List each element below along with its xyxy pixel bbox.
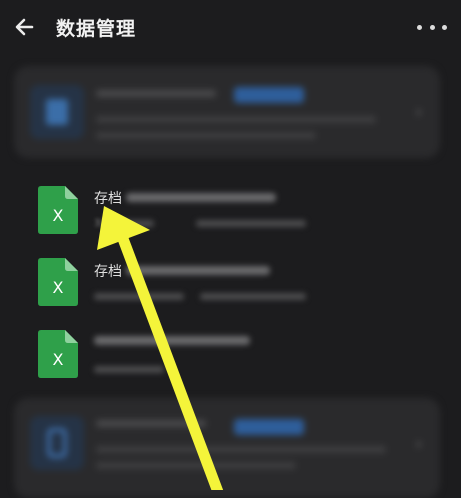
file-date-blurred [196, 220, 306, 227]
file-meta-blurred [94, 366, 164, 373]
file-list-item[interactable]: X [0, 322, 461, 392]
more-dot [442, 24, 447, 30]
file-date-blurred [200, 293, 306, 300]
more-options-button[interactable] [417, 14, 447, 40]
file-list-item[interactable]: X 存档 32 [0, 178, 461, 248]
data-source-card[interactable]: › [14, 398, 440, 498]
card-tag [234, 419, 304, 435]
phone-icon [30, 416, 84, 470]
card-tag [234, 87, 304, 103]
file-meta-blurred [118, 220, 154, 227]
page-title: 数据管理 [56, 18, 137, 40]
svg-text:X: X [53, 350, 64, 369]
top-app-bar: 数据管理 [0, 0, 461, 56]
excel-file-icon: X [38, 330, 78, 378]
more-horizontal-icon [417, 24, 422, 30]
file-meta-blurred [94, 293, 184, 300]
card-title-placeholder [96, 90, 216, 97]
more-dot [429, 24, 435, 30]
card-title-placeholder [96, 420, 206, 427]
file-name-blurred [94, 336, 250, 345]
card-desc-line [96, 132, 316, 139]
file-list-item[interactable]: X 存档 [0, 250, 461, 320]
spreadsheet-icon [30, 85, 84, 139]
file-name: 存档 [94, 264, 122, 280]
file-name: 存档 [94, 191, 122, 207]
excel-file-icon: X [38, 258, 78, 306]
back-button[interactable] [10, 12, 40, 42]
card-desc-line [96, 446, 386, 453]
chevron-right-icon: › [415, 102, 422, 121]
arrow-left-icon [15, 18, 34, 36]
file-name-blurred [126, 193, 276, 202]
card-desc-line [96, 116, 376, 123]
card-desc-line [96, 462, 296, 469]
file-name-blurred [126, 266, 270, 275]
svg-text:X: X [53, 206, 64, 225]
svg-text:X: X [53, 278, 64, 297]
excel-file-icon: X [38, 186, 78, 234]
file-size: 32 [94, 218, 107, 229]
chevron-right-icon: › [415, 434, 422, 453]
data-source-card[interactable]: › [14, 66, 440, 158]
